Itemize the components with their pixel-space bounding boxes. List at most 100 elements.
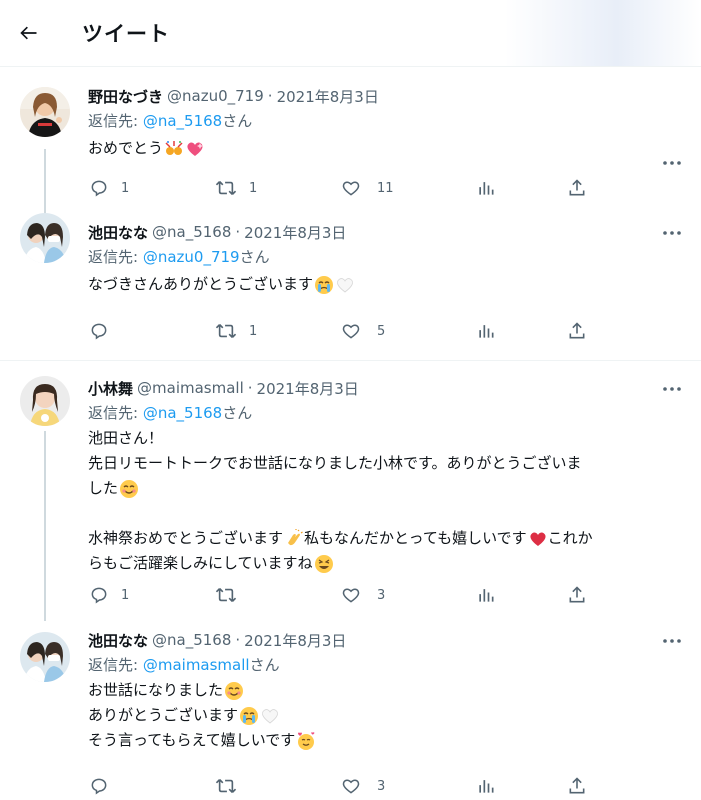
smiling-hearts-emoji (298, 731, 315, 750)
author-handle[interactable]: @na_5168 (152, 223, 231, 241)
share-icon (569, 322, 585, 339)
reply-suffix: さん (222, 404, 253, 422)
reply-mention-link[interactable]: @nazu0_719 (143, 248, 240, 266)
like-count: 5 (377, 323, 386, 339)
retweet-icon (215, 588, 237, 602)
author-handle[interactable]: @nazu0_719 (167, 87, 264, 105)
arrow-left-icon (20, 26, 37, 40)
tweet-text: お世話になりました ありがとうございます そう言ってもらえて嬉しいです (88, 678, 683, 753)
analytics-button[interactable] (476, 585, 496, 605)
share-icon (569, 777, 585, 794)
retweet-icon (215, 779, 237, 793)
more-options-button[interactable] (661, 153, 683, 173)
more-options-button[interactable] (661, 379, 683, 399)
reply-button[interactable]: 1 (89, 585, 129, 605)
reply-icon (91, 180, 107, 197)
tweet-meta: 野田なづき @nazu0_719 · 2021年8月3日 (88, 85, 683, 107)
smiling-face-emoji (225, 681, 244, 700)
share-button[interactable] (567, 321, 587, 341)
analytics-button[interactable] (476, 178, 496, 198)
reply-to-label: 返信先: (88, 112, 139, 130)
heart-icon (342, 779, 360, 794)
tweet-date[interactable]: 2021年8月3日 (244, 222, 346, 243)
avatar[interactable] (20, 213, 70, 263)
page-title: ツイート (82, 22, 170, 46)
tweet-meta: 池田なな @na_5168 · 2021年8月3日 (88, 623, 683, 651)
separator-dot: · (235, 631, 241, 649)
back-button[interactable] (11, 15, 47, 51)
avatar[interactable] (20, 87, 70, 137)
more-options-button[interactable] (661, 631, 683, 651)
tweet-date[interactable]: 2021年8月3日 (244, 630, 346, 651)
retweet-button[interactable]: 1 (215, 321, 257, 341)
reply-mention-link[interactable]: @na_5168 (143, 404, 222, 422)
share-button[interactable] (567, 178, 587, 198)
reply-icon (91, 587, 107, 604)
author-name[interactable]: 池田なな (88, 630, 148, 651)
like-count: 11 (377, 180, 394, 196)
reply-to-line: 返信先: @na_5168さん (88, 402, 683, 424)
retweet-button[interactable] (215, 776, 249, 796)
share-button[interactable] (567, 776, 587, 796)
separator-dot: · (267, 87, 273, 105)
tweet-text-line: 池田さん！ (88, 429, 164, 447)
analytics-icon (479, 589, 494, 602)
author-handle[interactable]: @maimasmall (137, 379, 244, 397)
reply-icon (91, 778, 107, 795)
tweet-text: 池田さん！ 先日リモートトークでお世話になりました小林です。ありがとうございま … (88, 426, 683, 576)
like-button[interactable]: 5 (341, 321, 385, 341)
tweet-text-line: これか (547, 529, 593, 547)
clapping-hands-emoji (288, 528, 303, 545)
reply-mention-link[interactable]: @na_5168 (143, 112, 222, 130)
reply-to-label: 返信先: (88, 656, 139, 674)
like-button[interactable]: 3 (341, 776, 385, 796)
author-handle[interactable]: @na_5168 (152, 631, 231, 649)
reply-suffix: さん (222, 112, 253, 130)
crying-face-emoji (240, 706, 259, 725)
tweet-date[interactable]: 2021年8月3日 (277, 86, 379, 107)
tweet[interactable]: 池田なな @na_5168 · 2021年8月3日 返信先: @maimasma… (0, 623, 701, 800)
reply-to-line: 返信先: @nazu0_719さん (88, 246, 683, 268)
analytics-button[interactable] (476, 776, 496, 796)
retweet-button[interactable] (215, 585, 249, 605)
share-button[interactable] (567, 585, 587, 605)
more-icon (663, 639, 681, 643)
analytics-icon (479, 325, 494, 338)
like-button[interactable]: 3 (341, 585, 385, 605)
retweet-button[interactable]: 1 (215, 178, 257, 198)
heart-icon (342, 588, 360, 603)
more-options-button[interactable] (661, 223, 683, 243)
tweet-text-line: 先日リモートトークでお世話になりました小林です。ありがとうございま (88, 454, 582, 472)
reply-button[interactable]: 1 (89, 178, 129, 198)
tweet-text-line: 水神祭おめでとうございます (88, 529, 284, 547)
crying-face-emoji (315, 275, 334, 294)
reply-button[interactable] (89, 776, 121, 796)
avatar[interactable] (20, 632, 70, 682)
heart-icon (342, 181, 360, 196)
tweet-text-line: おめでとう (88, 139, 164, 157)
author-name[interactable]: 池田なな (88, 222, 148, 243)
reply-suffix: さん (249, 656, 280, 674)
tweet[interactable]: 小林舞 @maimasmall · 2021年8月3日 返信先: @na_516… (0, 361, 701, 623)
more-icon (663, 387, 681, 391)
reply-count: 1 (121, 180, 130, 196)
author-name[interactable]: 小林舞 (88, 378, 133, 399)
more-icon (663, 231, 681, 235)
analytics-button[interactable] (476, 321, 496, 341)
retweet-icon (215, 181, 237, 195)
white-heart-emoji (337, 277, 353, 293)
tweet-text: おめでとう (88, 136, 683, 161)
separator-dot: · (247, 379, 253, 397)
smiling-face-emoji (120, 479, 139, 498)
tweet-text: なづきさんありがとうございます (88, 272, 683, 297)
author-name[interactable]: 野田なづき (88, 86, 163, 107)
reply-button[interactable] (89, 321, 121, 341)
tweet-date[interactable]: 2021年8月3日 (257, 378, 359, 399)
page-header: ツイート (0, 0, 701, 67)
reply-count: 1 (121, 587, 130, 603)
reply-mention-link[interactable]: @maimasmall (143, 656, 250, 674)
retweet-icon (215, 324, 237, 338)
retweet-count: 1 (249, 180, 258, 196)
avatar[interactable] (20, 376, 70, 426)
like-button[interactable]: 11 (341, 178, 394, 198)
